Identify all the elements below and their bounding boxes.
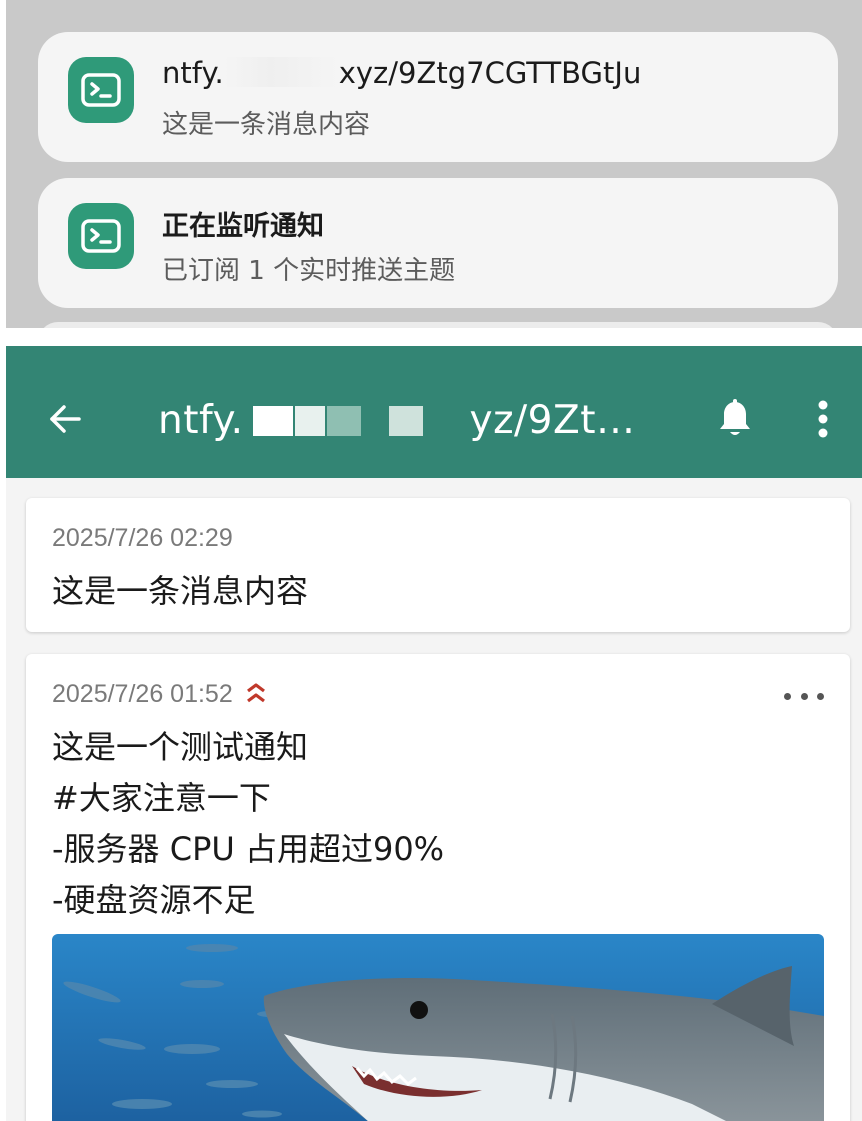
notification-body: 已订阅 1 个实时推送主题 [162, 256, 456, 286]
notification-settings-button[interactable] [712, 396, 758, 442]
message-time: 2025/7/26 01:52 [52, 680, 233, 708]
ntfy-app-screen: ntfy. yz/9Zt… 2025/7/26 02:29 这是一条消息内容 20… [6, 346, 862, 1121]
message-card[interactable]: 2025/7/26 02:29 这是一条消息内容 [26, 498, 850, 632]
terminal-icon [68, 203, 134, 269]
attachment-image[interactable] [52, 934, 824, 1121]
message-text: 这是一条消息内容 [52, 572, 309, 610]
notification-body: 这是一条消息内容 [162, 110, 371, 140]
dot [800, 692, 808, 700]
terminal-icon [68, 57, 134, 123]
more-vertical-icon [818, 400, 828, 438]
notification-title: 正在监听通知 [162, 211, 324, 242]
dot [784, 692, 791, 700]
bell-icon [720, 399, 750, 435]
shark-image [52, 934, 824, 1121]
redacted-area [223, 57, 339, 87]
notification-title: ntfy. xyz/9Ztg7CGTTBGtJu [162, 56, 642, 90]
app-toolbar: ntfy. yz/9Zt… [6, 346, 862, 478]
topic-title: ntfy. yz/9Zt… [158, 398, 636, 446]
redacted-area [253, 401, 463, 446]
message-time: 2025/7/26 02:29 [52, 524, 233, 552]
overflow-menu-button[interactable] [800, 396, 846, 442]
dot [817, 692, 824, 700]
back-button[interactable] [42, 396, 88, 442]
notification-shade: ntfy. xyz/9Ztg7CGTTBGtJu 这是一条消息内容 正在监听通知 … [6, 0, 862, 328]
message-menu-button[interactable] [784, 684, 824, 708]
notification-peek [38, 322, 838, 328]
notification-listening[interactable]: 正在监听通知 已订阅 1 个实时推送主题 [38, 178, 838, 308]
notification-message[interactable]: ntfy. xyz/9Ztg7CGTTBGtJu 这是一条消息内容 [38, 32, 838, 162]
message-card[interactable]: 2025/7/26 01:52 这是一个测试通知 #大家注意一下 -服务器 CP… [26, 654, 850, 1121]
high-priority-icon [245, 682, 267, 711]
message-time-row: 2025/7/26 01:52 [52, 680, 267, 711]
arrow-left-icon [50, 405, 81, 433]
message-text: 这是一个测试通知 #大家注意一下 -服务器 CPU 占用超过90% -硬盘资源不… [52, 728, 445, 919]
